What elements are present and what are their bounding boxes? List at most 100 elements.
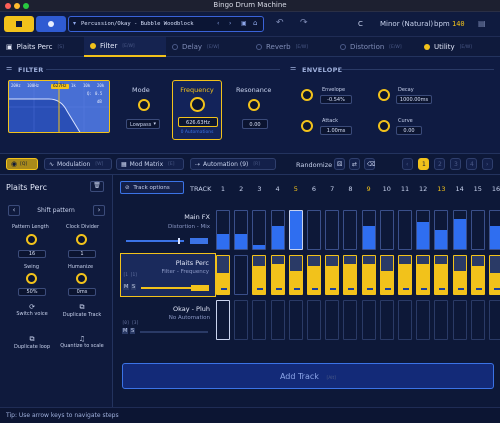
frequency-marker[interactable]: 627Hz [51,84,69,89]
step-cell[interactable] [452,210,467,250]
swing-value[interactable]: 50% [18,288,46,296]
step-cell[interactable] [252,300,267,340]
pattern-length-knob[interactable] [26,234,37,245]
step-cell[interactable] [416,255,431,295]
step-cell[interactable] [234,300,249,340]
mod-matrix-button[interactable]: ▦ Mod Matrix [E] [116,158,184,170]
step-cell[interactable] [470,255,485,295]
solo-button[interactable]: S [131,284,137,290]
frequency-automations[interactable]: 0 Automations [173,130,221,135]
mute-button[interactable]: M [123,284,130,290]
visibility-button[interactable]: ◉ [Q] [6,158,38,170]
tab-plaits-perc[interactable]: ▣ Plaits Perc [S] [6,37,81,57]
track-volume-slider[interactable] [140,331,208,333]
random-button[interactable]: ⇄ [349,158,360,170]
step-cell[interactable] [470,300,485,340]
pattern-length-value[interactable]: 16 [18,250,46,258]
collapse-icon[interactable]: ⚌ [6,64,12,72]
step-cell[interactable] [325,210,340,250]
step-cell[interactable] [270,300,285,340]
swing-knob[interactable] [26,273,37,284]
tab-reverb[interactable]: Reverb [E/W] [256,37,336,57]
page-prev-button[interactable]: ‹ [402,158,413,170]
frequency-knob[interactable] [190,97,205,112]
resonance-knob[interactable] [248,99,260,111]
shift-right-button[interactable]: › [93,205,105,216]
redo-icon[interactable]: ↷ [300,18,308,28]
attack-knob[interactable] [301,120,313,132]
decay-value[interactable]: 1000.00ms [396,95,432,104]
track-row-plaits-perc[interactable]: Plaits Perc Filter - Frequency [1 [1] M … [120,253,216,297]
modulation-button[interactable]: ∿ Modulation [W] [44,158,112,170]
solo-button[interactable]: S [130,328,136,334]
step-cell[interactable] [288,300,303,340]
step-cell[interactable] [325,255,340,295]
step-cell[interactable] [288,210,303,250]
tab-utility[interactable]: Utility [E/W] [424,37,500,57]
step-cell[interactable] [234,255,249,295]
step-cell[interactable] [307,210,321,250]
next-preset-icon[interactable]: › [229,20,231,27]
page-next-button[interactable]: › [482,158,493,170]
step-cell[interactable] [452,300,467,340]
step-cell[interactable] [270,210,285,250]
save-icon[interactable]: ▣ [241,20,247,27]
step-cell[interactable] [416,210,431,250]
track-volume-slider[interactable] [126,240,184,242]
curve-value[interactable]: 0.00 [396,126,422,135]
step-cell[interactable] [216,300,230,340]
step-cell[interactable] [343,255,358,295]
step-cell[interactable] [216,255,230,295]
duplicate-track-button[interactable]: ⧉ Duplicate Track [60,303,104,318]
step-cell[interactable] [361,300,376,340]
frequency-control[interactable]: Frequency 626.63Hz 0 Automations [172,80,222,140]
step-cell[interactable] [489,255,500,295]
mode-knob[interactable] [138,99,150,111]
step-cell[interactable] [379,210,394,250]
step-cell[interactable] [307,300,321,340]
decay-knob[interactable] [378,89,390,101]
delete-track-button[interactable]: 🗑 [90,181,104,192]
page-4-button[interactable]: 4 [466,158,477,170]
page-3-button[interactable]: 3 [450,158,461,170]
track-volume-slider[interactable] [141,287,191,289]
mute-button[interactable]: M [122,328,129,334]
step-cell[interactable] [489,300,500,340]
clock-divider-knob[interactable] [76,234,87,245]
page-1-button[interactable]: 1 [418,158,429,170]
clock-divider-value[interactable]: 1 [68,250,96,258]
humanize-value[interactable]: 0ms [68,288,96,296]
step-cell[interactable] [379,300,394,340]
step-cell[interactable] [252,210,267,250]
step-cell[interactable] [379,255,394,295]
stop-button[interactable] [4,16,34,32]
step-cell[interactable] [270,255,285,295]
step-cell[interactable] [398,300,412,340]
record-button[interactable] [36,16,66,32]
undo-icon[interactable]: ↶ [276,18,284,28]
step-cell[interactable] [361,255,376,295]
step-cell[interactable] [470,210,485,250]
collapse-icon[interactable]: ⚌ [290,64,296,72]
switch-voice-button[interactable]: ⟳ Switch voice [12,303,52,317]
step-cell[interactable] [361,210,376,250]
tab-delay[interactable]: Delay [E/W] [172,37,252,57]
volume-handle[interactable] [178,238,180,244]
step-cell[interactable] [434,255,449,295]
track-row-okay-pluh[interactable]: Okay - Pluh No Automation [0] [3] M S [120,298,216,342]
shift-left-button[interactable]: ‹ [8,205,20,216]
step-cell[interactable] [252,255,267,295]
filter-response-graph[interactable]: 20Hz 100Hz 1k 10k 20k Q: 0.5 dB 627Hz [8,80,110,133]
step-cell[interactable] [398,255,412,295]
step-cell[interactable] [434,210,449,250]
step-cell[interactable] [434,300,449,340]
key-selector[interactable]: C [358,20,363,28]
step-cell[interactable] [325,300,340,340]
tab-distortion[interactable]: Distortion [E/W] [340,37,420,57]
mode-select[interactable]: Lowpass ▾ [126,119,160,129]
step-cell[interactable] [234,210,249,250]
page-2-button[interactable]: 2 [434,158,445,170]
bpm-value[interactable]: 140 [452,20,465,28]
step-cell[interactable] [416,300,431,340]
curve-knob[interactable] [378,120,390,132]
